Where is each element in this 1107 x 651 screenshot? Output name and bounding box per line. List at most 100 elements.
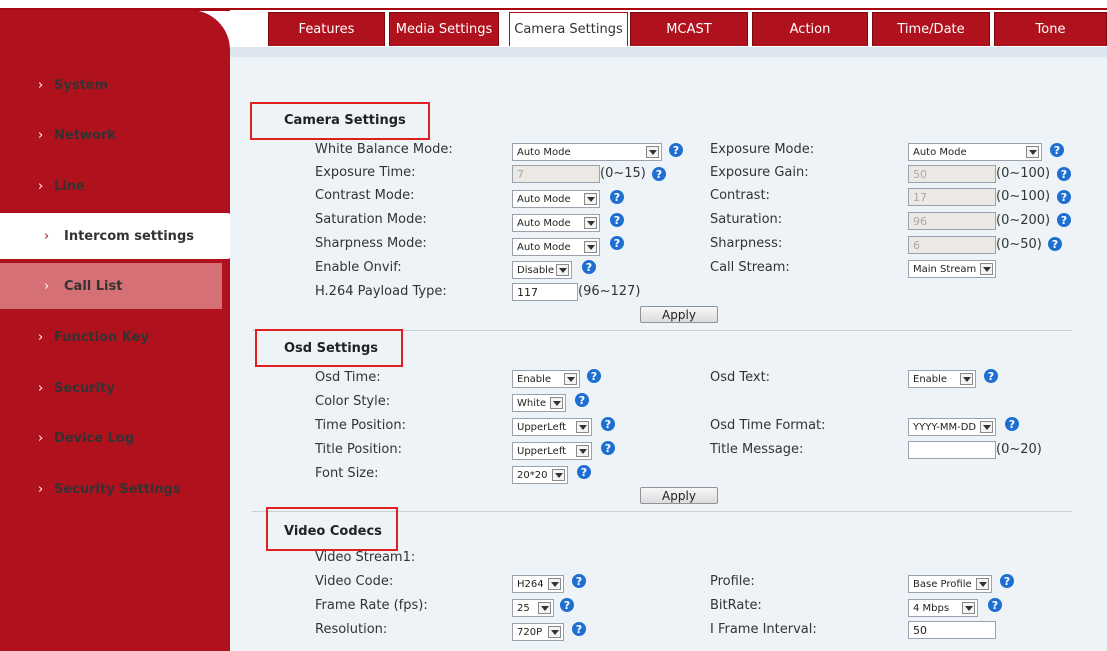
exposure-time-input[interactable]: 7 [512,165,600,183]
help-icon[interactable]: ? [610,190,624,204]
help-icon[interactable]: ? [560,598,574,612]
title-position-select[interactable]: UpperLeft [512,442,592,460]
help-icon[interactable]: ? [582,260,596,274]
sidebar-item-network[interactable]: › Network [0,112,230,158]
help-icon[interactable]: ? [610,236,624,250]
tab-tone[interactable]: Tone [994,12,1107,46]
chevron-down-icon [576,421,589,433]
onvif-select[interactable]: Disable [512,261,572,279]
profile-label: Profile: [710,574,755,589]
tab-features[interactable]: Features [268,12,385,46]
tab-camera-settings[interactable]: Camera Settings [509,12,628,46]
help-icon[interactable]: ? [652,167,666,181]
exposure-mode-select[interactable]: Auto Mode [908,143,1042,161]
main-content: Camera Settings White Balance Mode: Auto… [230,47,1107,651]
help-icon[interactable]: ? [572,622,586,636]
sidebar-item-call-list[interactable]: › Call List [0,263,222,309]
saturation-mode-select[interactable]: Auto Mode [512,214,600,232]
select-value: 20*20 [517,469,548,481]
frame-rate-label: Frame Rate (fps): [315,598,428,613]
select-value: 25 [517,602,530,614]
bitrate-select[interactable]: 4 Mbps [908,599,978,617]
contrast-mode-select[interactable]: Auto Mode [512,190,600,208]
tab-time-date[interactable]: Time/Date [872,12,990,46]
color-style-select[interactable]: White [512,394,566,412]
help-icon[interactable]: ? [587,369,601,383]
sharpness-mode-select[interactable]: Auto Mode [512,238,600,256]
contrast-range: (0~100) [996,189,1051,204]
select-value: H264 [517,578,544,590]
sidebar-item-security-settings[interactable]: › Security Settings [0,466,230,512]
call-stream-select[interactable]: Main Stream [908,260,996,278]
help-icon[interactable]: ? [1048,237,1062,251]
chevron-right-icon: › [38,430,44,446]
white-balance-label: White Balance Mode: [315,142,453,157]
iframe-interval-input[interactable]: 50 [908,621,996,639]
help-icon[interactable]: ? [1057,167,1071,181]
content-header-band [230,47,1107,57]
sharpness-input[interactable]: 6 [908,236,996,254]
resolution-select[interactable]: 720P [512,623,564,641]
profile-select[interactable]: Base Profile [908,575,992,593]
sidebar-item-system[interactable]: › System [0,62,230,108]
sharpness-range: (0~50) [996,237,1042,252]
title-message-range: (0~20) [996,442,1042,457]
sidebar-item-function-key[interactable]: › Function Key [0,314,230,360]
tab-media-settings[interactable]: Media Settings [389,12,499,46]
chevron-down-icon [976,578,989,590]
chevron-right-icon: › [44,228,50,244]
osd-apply-button[interactable]: Apply [640,487,718,504]
help-icon[interactable]: ? [575,393,589,407]
iframe-interval-label: I Frame Interval: [710,622,817,637]
exposure-gain-input[interactable]: 50 [908,165,996,183]
help-icon[interactable]: ? [1057,213,1071,227]
help-icon[interactable]: ? [601,441,615,455]
sidebar-item-device-log[interactable]: › Device Log [0,415,230,461]
help-icon[interactable]: ? [1057,190,1071,204]
help-icon[interactable]: ? [984,369,998,383]
help-icon[interactable]: ? [601,417,615,431]
exposure-time-range: (0~15) [600,166,646,181]
sidebar-item-label: Call List [64,278,123,294]
select-value: Enable [913,373,948,385]
osd-time-format-select[interactable]: YYYY-MM-DD [908,418,996,436]
help-icon[interactable]: ? [988,598,1002,612]
chevron-down-icon [980,263,993,275]
help-icon[interactable]: ? [572,574,586,588]
help-icon[interactable]: ? [1005,417,1019,431]
sidebar-item-label: Security Settings [54,481,181,497]
exposure-gain-label: Exposure Gain: [710,165,809,180]
white-balance-select[interactable]: Auto Mode [512,143,662,161]
sidebar-item-intercom-settings[interactable]: › Intercom settings [0,213,230,259]
saturation-range: (0~200) [996,213,1051,228]
contrast-input[interactable]: 17 [908,188,996,206]
camera-apply-button[interactable]: Apply [640,306,718,323]
chevron-down-icon [576,445,589,457]
tab-mcast[interactable]: MCAST [630,12,748,46]
time-position-select[interactable]: UpperLeft [512,418,592,436]
help-icon[interactable]: ? [577,465,591,479]
osd-time-select[interactable]: Enable [512,370,580,388]
frame-rate-select[interactable]: 25 [512,599,554,617]
resolution-label: Resolution: [315,622,388,637]
sidebar-item-security[interactable]: › Security [0,365,230,411]
osd-text-select[interactable]: Enable [908,370,976,388]
video-code-select[interactable]: H264 [512,575,564,593]
contrast-mode-label: Contrast Mode: [315,188,415,203]
tab-action[interactable]: Action [752,12,868,46]
title-message-input[interactable] [908,441,996,459]
help-icon[interactable]: ? [1050,143,1064,157]
font-size-select[interactable]: 20*20 [512,466,568,484]
select-value: Auto Mode [517,193,571,205]
help-icon[interactable]: ? [1000,574,1014,588]
select-value: Auto Mode [517,146,571,158]
sharpness-label: Sharpness: [710,236,783,251]
exposure-time-label: Exposure Time: [315,165,416,180]
select-value: Main Stream [913,263,977,275]
saturation-input[interactable]: 96 [908,212,996,230]
chevron-down-icon [548,626,561,638]
sidebar-item-line[interactable]: › Line [0,163,230,209]
help-icon[interactable]: ? [610,213,624,227]
help-icon[interactable]: ? [669,143,683,157]
payload-type-input[interactable]: 117 [512,283,578,301]
